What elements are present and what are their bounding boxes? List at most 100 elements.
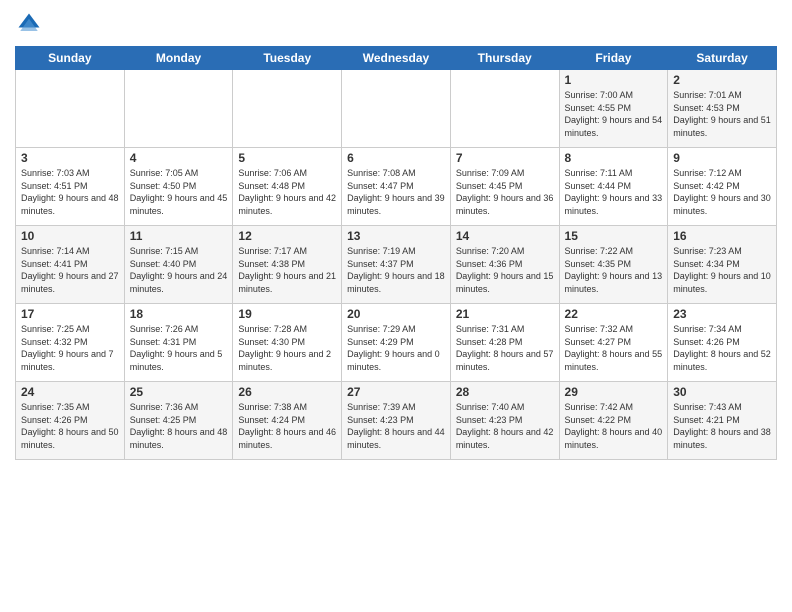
day-info: Sunrise: 7:25 AM Sunset: 4:32 PM Dayligh… (21, 323, 119, 373)
day-info: Sunrise: 7:40 AM Sunset: 4:23 PM Dayligh… (456, 401, 554, 451)
day-info: Sunrise: 7:03 AM Sunset: 4:51 PM Dayligh… (21, 167, 119, 217)
day-info: Sunrise: 7:00 AM Sunset: 4:55 PM Dayligh… (565, 89, 663, 139)
day-cell: 12 Sunrise: 7:17 AM Sunset: 4:38 PM Dayli… (233, 226, 342, 304)
day-number: 12 (238, 229, 336, 243)
day-number: 21 (456, 307, 554, 321)
day-cell: 8 Sunrise: 7:11 AM Sunset: 4:44 PM Daylig… (559, 148, 668, 226)
day-cell: 30Sunrise: 7:43 AM Sunset: 4:21 PM Dayli… (668, 382, 777, 460)
header-day-sunday: Sunday (16, 47, 125, 70)
day-number: 14 (456, 229, 554, 243)
header-row: SundayMondayTuesdayWednesdayThursdayFrid… (16, 47, 777, 70)
day-number: 4 (130, 151, 228, 165)
day-info: Sunrise: 7:36 AM Sunset: 4:25 PM Dayligh… (130, 401, 228, 451)
day-info: Sunrise: 7:11 AM Sunset: 4:44 PM Dayligh… (565, 167, 663, 217)
day-cell: 14 Sunrise: 7:20 AM Sunset: 4:36 PM Dayli… (450, 226, 559, 304)
day-info: Sunrise: 7:01 AM Sunset: 4:53 PM Dayligh… (673, 89, 771, 139)
day-number: 22 (565, 307, 663, 321)
day-cell: 1 Sunrise: 7:00 AM Sunset: 4:55 PM Daylig… (559, 70, 668, 148)
day-cell: 11 Sunrise: 7:15 AM Sunset: 4:40 PM Dayli… (124, 226, 233, 304)
day-info: Sunrise: 7:05 AM Sunset: 4:50 PM Dayligh… (130, 167, 228, 217)
day-number: 27 (347, 385, 445, 399)
day-info: Sunrise: 7:38 AM Sunset: 4:24 PM Dayligh… (238, 401, 336, 451)
day-number: 16 (673, 229, 771, 243)
day-cell (16, 70, 125, 148)
day-info: Sunrise: 7:28 AM Sunset: 4:30 PM Dayligh… (238, 323, 336, 373)
day-cell: 5Sunrise: 7:06 AM Sunset: 4:48 PM Daylig… (233, 148, 342, 226)
day-cell (233, 70, 342, 148)
day-number: 13 (347, 229, 445, 243)
week-row-2: 3 Sunrise: 7:03 AM Sunset: 4:51 PM Daylig… (16, 148, 777, 226)
day-info: Sunrise: 7:15 AM Sunset: 4:40 PM Dayligh… (130, 245, 228, 295)
day-cell: 23 Sunrise: 7:34 AM Sunset: 4:26 PM Dayli… (668, 304, 777, 382)
day-cell (450, 70, 559, 148)
day-cell: 6Sunrise: 7:08 AM Sunset: 4:47 PM Daylig… (342, 148, 451, 226)
day-cell: 4 Sunrise: 7:05 AM Sunset: 4:50 PM Daylig… (124, 148, 233, 226)
day-cell (124, 70, 233, 148)
day-info: Sunrise: 7:12 AM Sunset: 4:42 PM Dayligh… (673, 167, 771, 217)
day-number: 26 (238, 385, 336, 399)
day-info: Sunrise: 7:34 AM Sunset: 4:26 PM Dayligh… (673, 323, 771, 373)
day-info: Sunrise: 7:22 AM Sunset: 4:35 PM Dayligh… (565, 245, 663, 295)
day-cell: 15 Sunrise: 7:22 AM Sunset: 4:35 PM Dayli… (559, 226, 668, 304)
day-info: Sunrise: 7:20 AM Sunset: 4:36 PM Dayligh… (456, 245, 554, 295)
day-info: Sunrise: 7:06 AM Sunset: 4:48 PM Dayligh… (238, 167, 336, 217)
day-cell: 13Sunrise: 7:19 AM Sunset: 4:37 PM Dayli… (342, 226, 451, 304)
day-number: 17 (21, 307, 119, 321)
page: SundayMondayTuesdayWednesdayThursdayFrid… (0, 0, 792, 612)
day-info: Sunrise: 7:08 AM Sunset: 4:47 PM Dayligh… (347, 167, 445, 217)
day-info: Sunrise: 7:42 AM Sunset: 4:22 PM Dayligh… (565, 401, 663, 451)
day-cell: 17 Sunrise: 7:25 AM Sunset: 4:32 PM Dayli… (16, 304, 125, 382)
day-cell (342, 70, 451, 148)
day-cell: 2 Sunrise: 7:01 AM Sunset: 4:53 PM Daylig… (668, 70, 777, 148)
day-number: 9 (673, 151, 771, 165)
header-day-thursday: Thursday (450, 47, 559, 70)
day-info: Sunrise: 7:14 AM Sunset: 4:41 PM Dayligh… (21, 245, 119, 295)
day-number: 24 (21, 385, 119, 399)
day-cell: 27 Sunrise: 7:39 AM Sunset: 4:23 PM Dayli… (342, 382, 451, 460)
day-number: 30 (673, 385, 771, 399)
day-number: 18 (130, 307, 228, 321)
day-info: Sunrise: 7:29 AM Sunset: 4:29 PM Dayligh… (347, 323, 445, 373)
day-number: 8 (565, 151, 663, 165)
logo-icon (15, 10, 43, 38)
day-cell: 3 Sunrise: 7:03 AM Sunset: 4:51 PM Daylig… (16, 148, 125, 226)
week-row-3: 10 Sunrise: 7:14 AM Sunset: 4:41 PM Dayli… (16, 226, 777, 304)
day-number: 10 (21, 229, 119, 243)
day-info: Sunrise: 7:17 AM Sunset: 4:38 PM Dayligh… (238, 245, 336, 295)
day-info: Sunrise: 7:39 AM Sunset: 4:23 PM Dayligh… (347, 401, 445, 451)
day-number: 23 (673, 307, 771, 321)
day-number: 3 (21, 151, 119, 165)
day-cell: 18 Sunrise: 7:26 AM Sunset: 4:31 PM Dayli… (124, 304, 233, 382)
day-cell: 9 Sunrise: 7:12 AM Sunset: 4:42 PM Daylig… (668, 148, 777, 226)
header-day-wednesday: Wednesday (342, 47, 451, 70)
day-cell: 7Sunrise: 7:09 AM Sunset: 4:45 PM Daylig… (450, 148, 559, 226)
day-number: 20 (347, 307, 445, 321)
day-cell: 16 Sunrise: 7:23 AM Sunset: 4:34 PM Dayli… (668, 226, 777, 304)
day-info: Sunrise: 7:31 AM Sunset: 4:28 PM Dayligh… (456, 323, 554, 373)
header-day-tuesday: Tuesday (233, 47, 342, 70)
day-cell: 28Sunrise: 7:40 AM Sunset: 4:23 PM Dayli… (450, 382, 559, 460)
header-day-monday: Monday (124, 47, 233, 70)
day-info: Sunrise: 7:26 AM Sunset: 4:31 PM Dayligh… (130, 323, 228, 373)
day-number: 15 (565, 229, 663, 243)
day-cell: 21 Sunrise: 7:31 AM Sunset: 4:28 PM Dayli… (450, 304, 559, 382)
logo (15, 10, 47, 38)
day-cell: 26 Sunrise: 7:38 AM Sunset: 4:24 PM Dayli… (233, 382, 342, 460)
day-info: Sunrise: 7:09 AM Sunset: 4:45 PM Dayligh… (456, 167, 554, 217)
day-info: Sunrise: 7:32 AM Sunset: 4:27 PM Dayligh… (565, 323, 663, 373)
day-number: 1 (565, 73, 663, 87)
week-row-5: 24Sunrise: 7:35 AM Sunset: 4:26 PM Dayli… (16, 382, 777, 460)
day-cell: 24Sunrise: 7:35 AM Sunset: 4:26 PM Dayli… (16, 382, 125, 460)
day-info: Sunrise: 7:23 AM Sunset: 4:34 PM Dayligh… (673, 245, 771, 295)
day-cell: 20 Sunrise: 7:29 AM Sunset: 4:29 PM Dayli… (342, 304, 451, 382)
day-number: 2 (673, 73, 771, 87)
day-cell: 19 Sunrise: 7:28 AM Sunset: 4:30 PM Dayli… (233, 304, 342, 382)
day-number: 29 (565, 385, 663, 399)
day-number: 25 (130, 385, 228, 399)
day-cell: 29 Sunrise: 7:42 AM Sunset: 4:22 PM Dayli… (559, 382, 668, 460)
header (15, 10, 777, 38)
day-number: 19 (238, 307, 336, 321)
day-cell: 22 Sunrise: 7:32 AM Sunset: 4:27 PM Dayli… (559, 304, 668, 382)
day-number: 11 (130, 229, 228, 243)
calendar-table: SundayMondayTuesdayWednesdayThursdayFrid… (15, 46, 777, 460)
